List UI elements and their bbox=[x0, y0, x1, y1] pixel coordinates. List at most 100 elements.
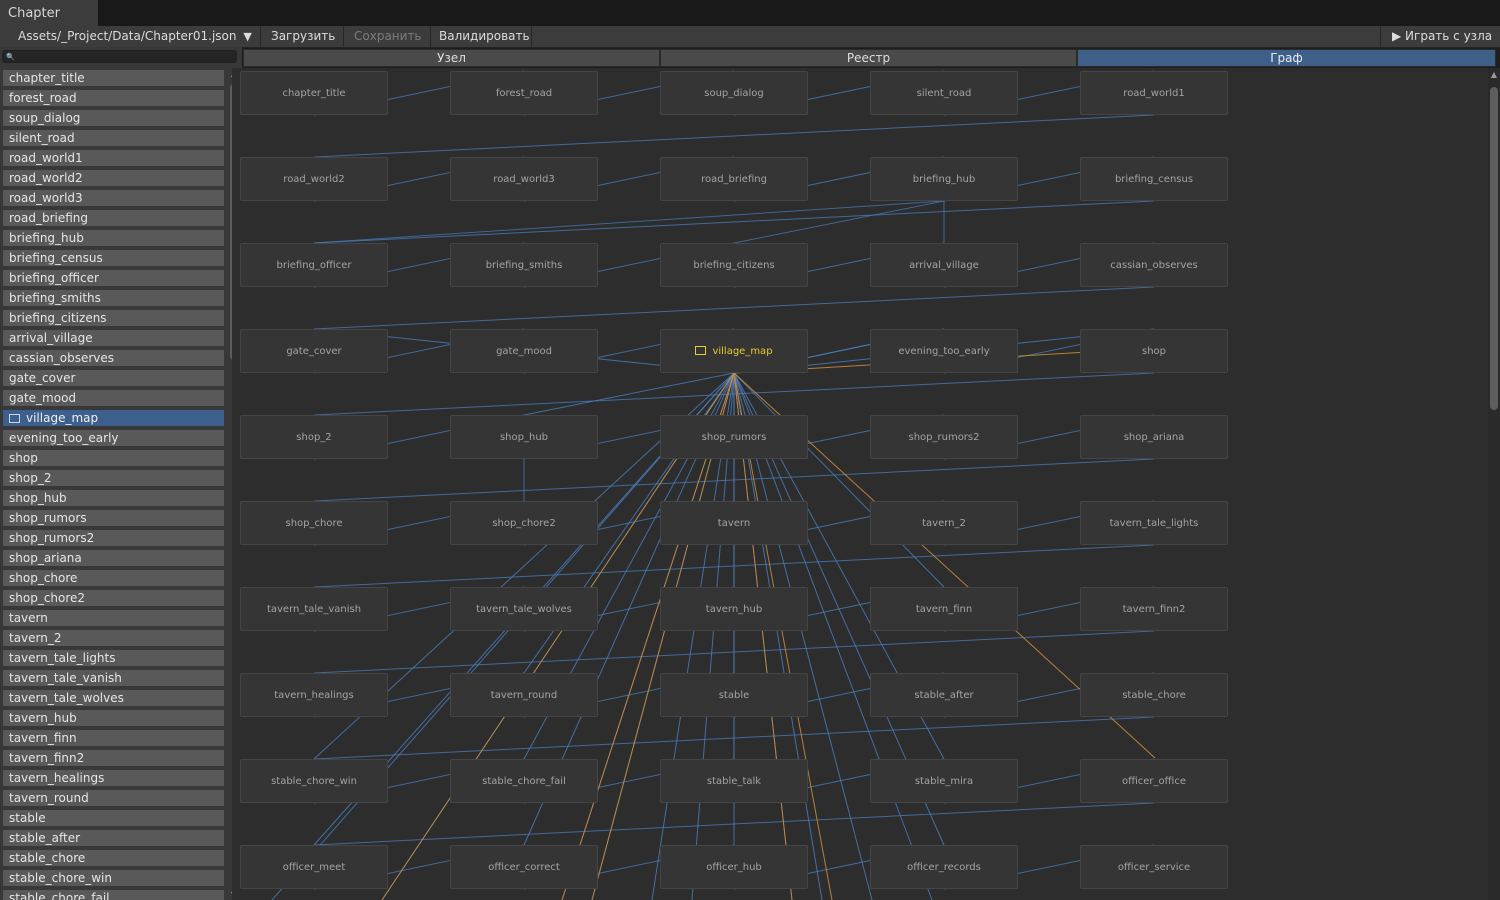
graph-node[interactable]: officer_service bbox=[1080, 845, 1228, 889]
tab-node[interactable]: Узел bbox=[243, 49, 660, 67]
scroll-up-icon[interactable]: ▲ bbox=[1488, 70, 1500, 80]
load-button[interactable]: Загрузить bbox=[271, 26, 335, 47]
search-input[interactable]: 🔍 bbox=[2, 50, 237, 63]
graph-node[interactable]: briefing_hub bbox=[870, 157, 1018, 201]
graph-node[interactable]: stable_chore bbox=[1080, 673, 1228, 717]
graph-node[interactable]: shop_chore2 bbox=[450, 501, 598, 545]
graph-node[interactable]: stable_chore_win bbox=[240, 759, 388, 803]
list-item[interactable]: tavern_round bbox=[3, 790, 224, 806]
graph-node[interactable]: officer_hub bbox=[660, 845, 808, 889]
graph-node[interactable]: evening_too_early bbox=[870, 329, 1018, 373]
tab-registry[interactable]: Реестр bbox=[660, 49, 1077, 67]
list-item[interactable]: road_world3 bbox=[3, 190, 224, 206]
graph-node[interactable]: silent_road bbox=[870, 71, 1018, 115]
graph-node[interactable]: tavern_2 bbox=[870, 501, 1018, 545]
list-item[interactable]: village_map bbox=[3, 410, 224, 426]
list-item[interactable]: shop_ariana bbox=[3, 550, 224, 566]
graph-node[interactable]: officer_meet bbox=[240, 845, 388, 889]
validate-button[interactable]: Валидировать bbox=[439, 26, 530, 47]
list-item[interactable]: briefing_officer bbox=[3, 270, 224, 286]
list-item[interactable]: stable bbox=[3, 810, 224, 826]
graph-node[interactable]: village_map bbox=[660, 329, 808, 373]
graph-node[interactable]: briefing_citizens bbox=[660, 243, 808, 287]
graph-node[interactable]: stable_mira bbox=[870, 759, 1018, 803]
list-item[interactable]: tavern_tale_vanish bbox=[3, 670, 224, 686]
list-item[interactable]: tavern_hub bbox=[3, 710, 224, 726]
graph-node[interactable]: stable_talk bbox=[660, 759, 808, 803]
list-item[interactable]: tavern_tale_lights bbox=[3, 650, 224, 666]
graph-node[interactable]: tavern bbox=[660, 501, 808, 545]
graph-node[interactable]: shop_hub bbox=[450, 415, 598, 459]
list-item[interactable]: soup_dialog bbox=[3, 110, 224, 126]
graph-node[interactable]: tavern_healings bbox=[240, 673, 388, 717]
graph-node[interactable]: chapter_title bbox=[240, 71, 388, 115]
list-item[interactable]: tavern_2 bbox=[3, 630, 224, 646]
graph-node[interactable]: gate_mood bbox=[450, 329, 598, 373]
list-item[interactable]: evening_too_early bbox=[3, 430, 224, 446]
graph-node[interactable]: stable bbox=[660, 673, 808, 717]
list-item[interactable]: tavern_finn bbox=[3, 730, 224, 746]
list-item[interactable]: briefing_census bbox=[3, 250, 224, 266]
graph-node[interactable]: officer_office bbox=[1080, 759, 1228, 803]
list-item[interactable]: silent_road bbox=[3, 130, 224, 146]
list-item[interactable]: arrival_village bbox=[3, 330, 224, 346]
graph-node[interactable]: briefing_census bbox=[1080, 157, 1228, 201]
graph-node[interactable]: tavern_tale_wolves bbox=[450, 587, 598, 631]
graph-node[interactable]: gate_cover bbox=[240, 329, 388, 373]
list-item[interactable]: shop_chore2 bbox=[3, 590, 224, 606]
list-item[interactable]: briefing_smiths bbox=[3, 290, 224, 306]
graph-node[interactable]: road_briefing bbox=[660, 157, 808, 201]
list-item[interactable]: stable_chore bbox=[3, 850, 224, 866]
graph-node[interactable]: cassian_observes bbox=[1080, 243, 1228, 287]
graph-node[interactable]: road_world1 bbox=[1080, 71, 1228, 115]
list-item[interactable]: gate_mood bbox=[3, 390, 224, 406]
list-item[interactable]: gate_cover bbox=[3, 370, 224, 386]
graph-node[interactable]: shop_ariana bbox=[1080, 415, 1228, 459]
graph-node[interactable]: shop_2 bbox=[240, 415, 388, 459]
list-item[interactable]: stable_chore_win bbox=[3, 870, 224, 886]
list-item[interactable]: shop_hub bbox=[3, 490, 224, 506]
window-title-tab[interactable]: Chapter Editor bbox=[0, 0, 98, 49]
graph-node[interactable]: officer_records bbox=[870, 845, 1018, 889]
graph-scroll-thumb[interactable] bbox=[1490, 87, 1498, 410]
graph-node[interactable]: briefing_officer bbox=[240, 243, 388, 287]
list-item[interactable]: road_world1 bbox=[3, 150, 224, 166]
graph-node[interactable]: officer_correct bbox=[450, 845, 598, 889]
list-item[interactable]: tavern_healings bbox=[3, 770, 224, 786]
file-path-dropdown[interactable]: Assets/_Project/Data/Chapter01.json ▼ bbox=[18, 26, 258, 47]
graph-node[interactable]: stable_chore_fail bbox=[450, 759, 598, 803]
list-item[interactable]: briefing_citizens bbox=[3, 310, 224, 326]
graph-node[interactable]: shop_rumors bbox=[660, 415, 808, 459]
play-from-node-button[interactable]: ▶ Играть с узла bbox=[1392, 26, 1492, 47]
graph-node[interactable]: stable_after bbox=[870, 673, 1018, 717]
list-item[interactable]: briefing_hub bbox=[3, 230, 224, 246]
list-item[interactable]: tavern_tale_wolves bbox=[3, 690, 224, 706]
list-item[interactable]: stable_after bbox=[3, 830, 224, 846]
list-item[interactable]: forest_road bbox=[3, 90, 224, 106]
list-item[interactable]: cassian_observes bbox=[3, 350, 224, 366]
list-item[interactable]: chapter_title bbox=[3, 70, 224, 86]
graph-node[interactable]: tavern_tale_lights bbox=[1080, 501, 1228, 545]
list-item[interactable]: shop bbox=[3, 450, 224, 466]
list-item[interactable]: shop_rumors2 bbox=[3, 530, 224, 546]
graph-node[interactable]: forest_road bbox=[450, 71, 598, 115]
graph-node[interactable]: road_world3 bbox=[450, 157, 598, 201]
list-item[interactable]: shop_2 bbox=[3, 470, 224, 486]
graph-node[interactable]: soup_dialog bbox=[660, 71, 808, 115]
list-item[interactable]: road_world2 bbox=[3, 170, 224, 186]
graph-node[interactable]: briefing_smiths bbox=[450, 243, 598, 287]
graph-canvas[interactable]: chapter_title forest_road soup_dialog silen… bbox=[232, 68, 1488, 900]
list-item[interactable]: road_briefing bbox=[3, 210, 224, 226]
graph-node[interactable]: shop_rumors2 bbox=[870, 415, 1018, 459]
graph-node[interactable]: arrival_village bbox=[870, 243, 1018, 287]
list-item[interactable]: tavern bbox=[3, 610, 224, 626]
save-button[interactable]: Сохранить bbox=[354, 26, 422, 47]
graph-node[interactable]: tavern_finn bbox=[870, 587, 1018, 631]
graph-node[interactable]: tavern_tale_vanish bbox=[240, 587, 388, 631]
list-item[interactable]: shop_chore bbox=[3, 570, 224, 586]
tab-graph[interactable]: Граф bbox=[1077, 49, 1496, 67]
graph-node[interactable]: tavern_hub bbox=[660, 587, 808, 631]
list-item[interactable]: tavern_finn2 bbox=[3, 750, 224, 766]
graph-node[interactable]: road_world2 bbox=[240, 157, 388, 201]
graph-node[interactable]: tavern_round bbox=[450, 673, 598, 717]
